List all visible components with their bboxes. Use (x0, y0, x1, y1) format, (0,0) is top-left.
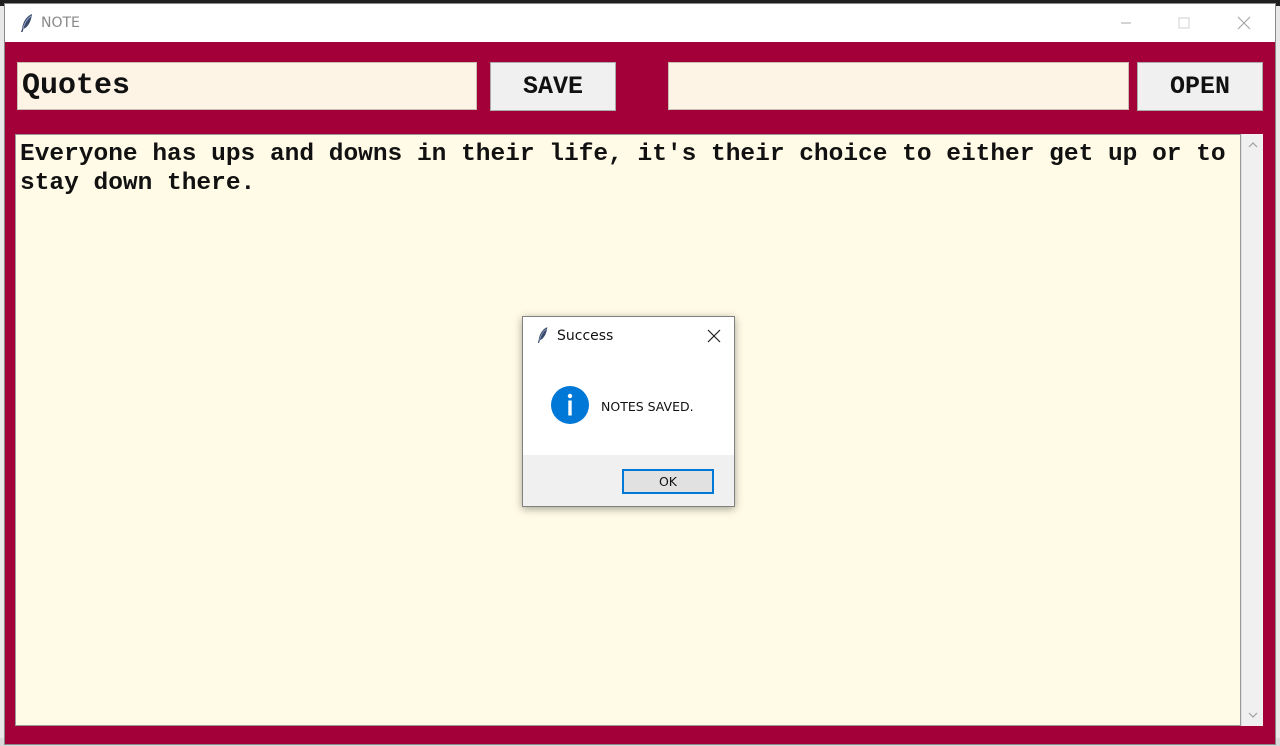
minimize-icon (1121, 22, 1131, 24)
dialog-title: Success (557, 328, 614, 344)
dialog-footer: OK (523, 455, 734, 506)
close-icon (707, 329, 721, 343)
maximize-icon (1178, 17, 1190, 29)
info-icon (551, 386, 589, 424)
dialog-close-button[interactable] (699, 321, 729, 351)
close-button[interactable] (1215, 4, 1273, 42)
scroll-down-icon[interactable] (1242, 706, 1264, 724)
maximize-button[interactable] (1155, 4, 1213, 42)
vertical-scrollbar[interactable] (1241, 134, 1263, 726)
feather-icon (537, 327, 548, 343)
success-dialog: Success NOTES SAVED. OK (522, 316, 735, 507)
minimize-button[interactable] (1097, 4, 1155, 42)
ok-button[interactable]: OK (622, 469, 714, 494)
title-bar[interactable]: NOTE (5, 4, 1275, 42)
open-file-input[interactable] (668, 62, 1129, 110)
dialog-message: NOTES SAVED. (601, 399, 694, 414)
note-name-input[interactable]: Quotes (17, 62, 477, 110)
save-button[interactable]: SAVE (490, 62, 616, 111)
close-icon (1237, 16, 1251, 30)
open-button[interactable]: OPEN (1137, 62, 1263, 111)
scroll-up-icon[interactable] (1242, 136, 1264, 154)
window-title: NOTE (41, 15, 80, 31)
dialog-title-bar[interactable]: Success (523, 317, 734, 355)
feather-icon (21, 14, 32, 32)
